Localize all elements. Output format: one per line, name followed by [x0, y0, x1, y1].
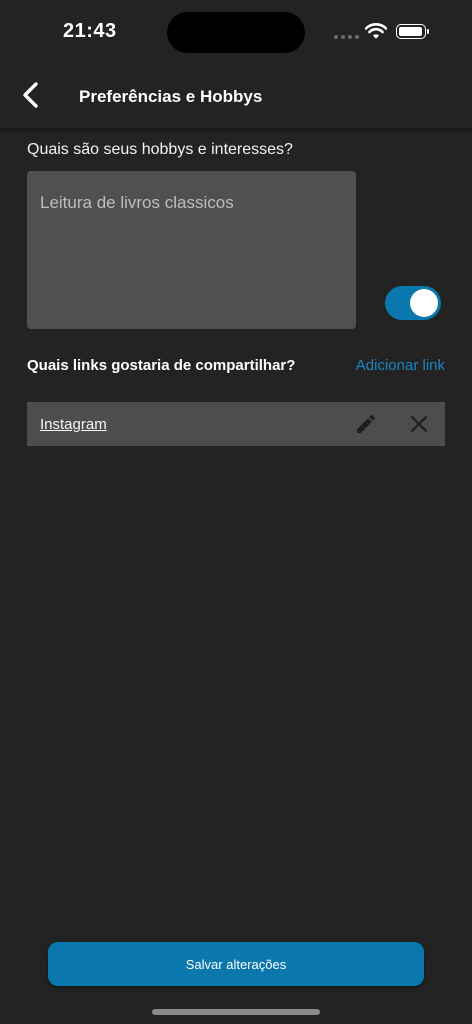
battery-icon [396, 24, 429, 39]
hobbies-input[interactable]: Leitura de livros classicos [27, 171, 356, 329]
links-question: Quais links gostaria de compartilhar? [27, 357, 296, 374]
wifi-icon [365, 23, 387, 39]
back-chevron-icon[interactable] [16, 78, 48, 112]
home-indicator [152, 1009, 320, 1015]
hobbies-toggle[interactable] [385, 286, 441, 320]
dynamic-island [167, 12, 305, 53]
pencil-icon[interactable] [354, 412, 378, 436]
signal-icon [334, 35, 359, 39]
add-link-button[interactable]: Adicionar link [356, 357, 445, 374]
save-changes-button[interactable]: Salvar alterações [48, 942, 424, 986]
toggle-knob [410, 289, 438, 317]
page-title: Preferências e Hobbys [79, 87, 263, 106]
app-header: Preferências e Hobbys [0, 60, 472, 129]
close-icon[interactable] [408, 413, 430, 435]
link-item-label[interactable]: Instagram [40, 416, 107, 433]
status-bar: 21:43 [0, 0, 472, 60]
hobbies-question: Quais são seus hobbys e interesses? [27, 141, 293, 158]
status-time: 21:43 [63, 20, 117, 42]
link-row: Instagram [27, 402, 445, 446]
